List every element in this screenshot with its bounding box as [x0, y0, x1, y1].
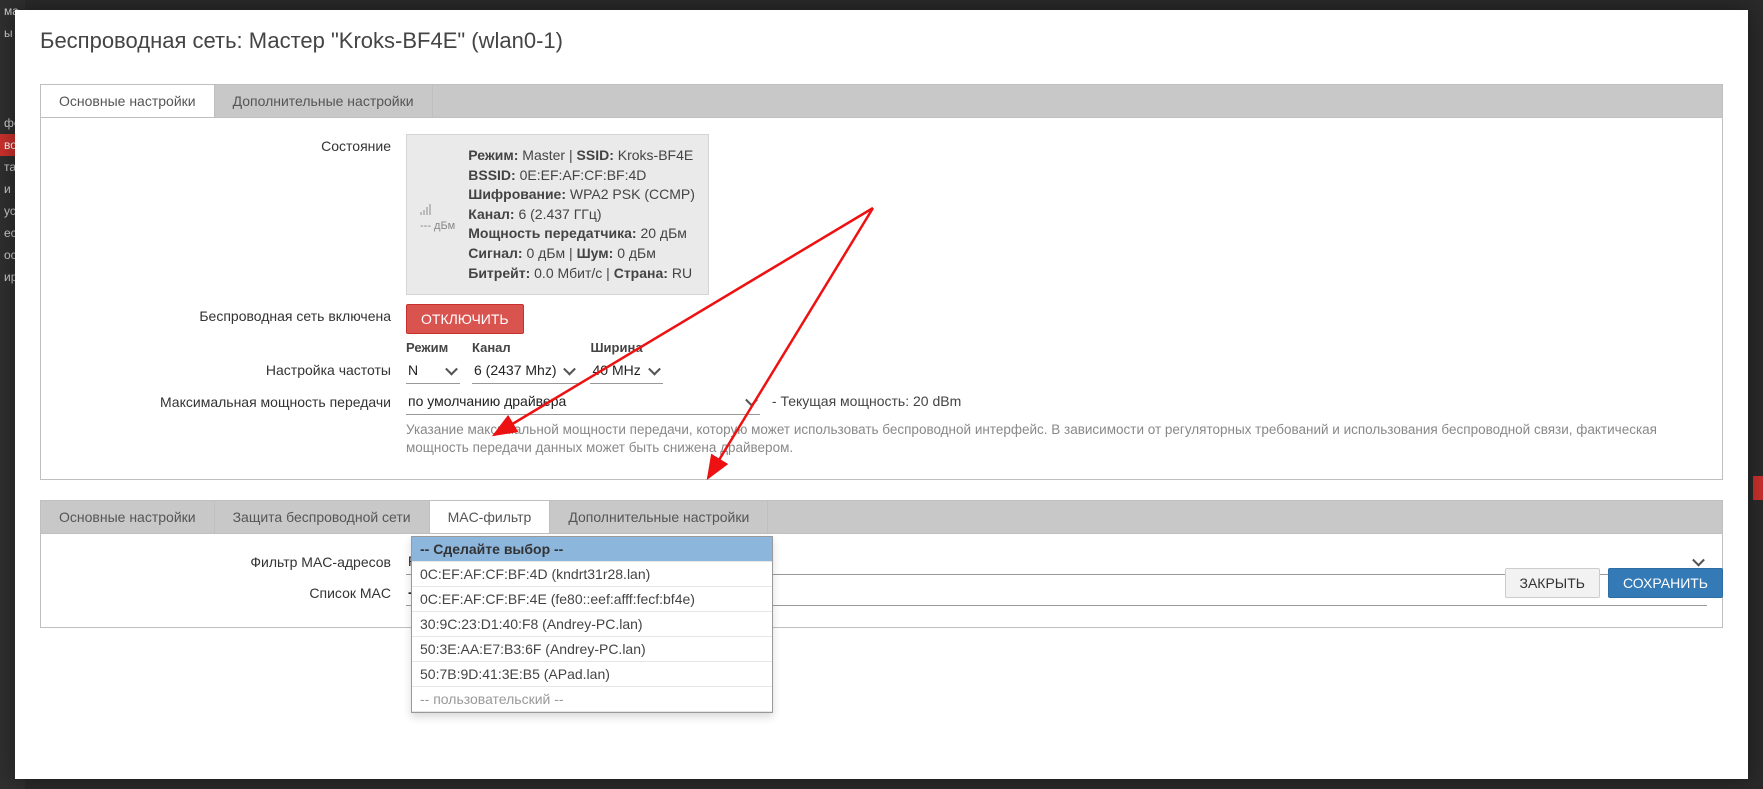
maclist-option[interactable]: 30:9C:23:D1:40:F8 (Andrey-PC.lan)	[412, 612, 772, 637]
channel-select[interactable]: 6 (2437 Mhz)	[472, 359, 578, 384]
maclist-option[interactable]: 0C:EF:AF:CF:BF:4D (kndrt31r28.lan)	[412, 562, 772, 587]
disable-button[interactable]: ОТКЛЮЧИТЬ	[406, 304, 524, 334]
channel-head: Канал	[472, 340, 578, 355]
device-tabs: Основные настройки Дополнительные настро…	[40, 84, 1723, 117]
signal-bars-icon	[420, 195, 434, 206]
txpower-help: Указание максимальной мощности передачи,…	[406, 421, 1707, 457]
maclist-option[interactable]: -- Сделайте выбор --	[412, 537, 772, 562]
tab-iface-macfilter[interactable]: MAC-фильтр	[430, 501, 551, 533]
txpower-select[interactable]: по умолчанию драйвера	[406, 390, 760, 415]
maclist-option[interactable]: 50:7B:9D:41:3E:B5 (APad.lan)	[412, 662, 772, 687]
wireless-config-modal: Беспроводная сеть: Мастер "Kroks-BF4E" (…	[15, 10, 1748, 779]
close-button[interactable]: ЗАКРЫТЬ	[1505, 568, 1600, 598]
tab-iface-general[interactable]: Основные настройки	[41, 501, 215, 533]
maclist-option-custom[interactable]: -- пользовательский --	[412, 687, 772, 712]
dialog-actions: ЗАКРЫТЬ СОХРАНИТЬ	[1505, 568, 1723, 598]
width-select[interactable]: 40 MHz	[590, 359, 662, 384]
maclist-option[interactable]: 0C:EF:AF:CF:BF:4E (fe80::eef:afff:fecf:b…	[412, 587, 772, 612]
tab-device-advanced[interactable]: Дополнительные настройки	[215, 85, 433, 117]
mode-head: Режим	[406, 340, 460, 355]
obscured-right	[1753, 476, 1763, 500]
txpower-current: - Текущая мощность: 20 dBm	[772, 393, 961, 409]
frequency-config-label: Настройка частоты	[56, 340, 406, 378]
maclist-dropdown: -- Сделайте выбор -- 0C:EF:AF:CF:BF:4D (…	[411, 536, 773, 713]
modal-title: Беспроводная сеть: Мастер "Kroks-BF4E" (…	[40, 28, 1723, 54]
txpower-label: Максимальная мощность передачи	[56, 390, 406, 410]
device-tab-content: Состояние --- дБм Режим: Master | SSID: …	[40, 117, 1723, 480]
interface-tabs: Основные настройки Защита беспроводной с…	[40, 500, 1723, 533]
iface-tab-content: Фильтр MAC-адресов Разрешить только пере…	[40, 533, 1723, 628]
signal-dbm: --- дБм	[420, 220, 455, 232]
status-box: --- дБм Режим: Master | SSID: Kroks-BF4E…	[406, 134, 709, 295]
mode-select[interactable]: N	[406, 359, 460, 384]
macfilter-label: Фильтр MAC-адресов	[56, 550, 406, 570]
tab-device-general[interactable]: Основные настройки	[41, 85, 215, 117]
status-label: Состояние	[56, 134, 406, 154]
save-button[interactable]: СОХРАНИТЬ	[1608, 568, 1723, 598]
maclist-label: Список MAC	[56, 581, 406, 601]
tab-iface-security[interactable]: Защита беспроводной сети	[215, 501, 430, 533]
tab-iface-advanced[interactable]: Дополнительные настройки	[550, 501, 768, 533]
maclist-option[interactable]: 50:3E:AA:E7:B3:6F (Andrey-PC.lan)	[412, 637, 772, 662]
width-head: Ширина	[590, 340, 662, 355]
wireless-enabled-label: Беспроводная сеть включена	[56, 304, 406, 324]
